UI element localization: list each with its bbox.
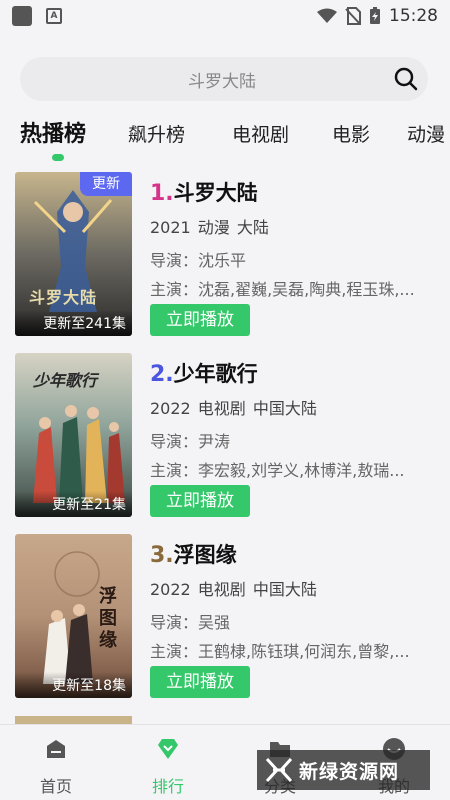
wifi-icon	[317, 8, 337, 23]
item-cast: 主演：王鹤棣,陈钰琪,何润东,曾黎,...	[150, 642, 410, 661]
item-meta: 2022 电视剧 中国大陆	[150, 580, 317, 599]
nav-home[interactable]: 首页	[16, 725, 96, 800]
poster-title-art: 少年歌行	[33, 371, 98, 390]
search-bar[interactable]: 斗罗大陆	[20, 57, 428, 101]
nav-rank-label: 排行	[151, 777, 184, 796]
item-title[interactable]: 3.浮图缘	[150, 539, 237, 569]
item-director: 导演：尹涛	[150, 432, 231, 451]
play-button[interactable]: 立即播放	[150, 666, 250, 698]
list-item[interactable]: 浮图缘 更新至18集 3.浮图缘 2022 电视剧 中国大陆 导演：吴强 主演：…	[0, 534, 450, 700]
rank-number: 2.	[150, 362, 174, 387]
home-icon	[47, 740, 65, 758]
poster-image[interactable]: 少年歌行 更新至21集	[15, 353, 132, 517]
rank-number: 1.	[150, 181, 174, 206]
no-sim-icon	[345, 7, 361, 25]
tab-indicator	[52, 154, 64, 161]
app-notification-icon	[12, 6, 32, 26]
item-cast: 主演：李宏毅,刘学义,林博洋,敖瑞...	[150, 461, 405, 480]
watermark-logo-icon	[265, 757, 293, 783]
search-icon[interactable]	[384, 67, 428, 91]
tab-anime[interactable]: 动漫	[407, 120, 445, 147]
item-director: 导演：沈乐平	[150, 251, 247, 270]
item-meta: 2022 电视剧 中国大陆	[150, 399, 317, 418]
status-icons: 15:28	[317, 6, 438, 26]
nav-home-label: 首页	[39, 777, 72, 796]
battery-charging-icon	[370, 7, 380, 24]
status-bar: A 15:28	[0, 0, 450, 32]
poster-image[interactable]: 浮图缘 更新至18集	[15, 534, 132, 698]
search-input[interactable]: 斗罗大陆	[20, 67, 384, 92]
item-title[interactable]: 1.斗罗大陆	[150, 177, 258, 207]
item-director: 导演：吴强	[150, 613, 231, 632]
update-badge: 更新	[80, 172, 132, 196]
item-meta: 2021 动漫 大陆	[150, 218, 269, 237]
tab-movie[interactable]: 电影	[332, 120, 370, 147]
poster-title-art: 浮图缘	[99, 586, 117, 651]
title-text: 斗罗大陆	[173, 181, 258, 205]
list-item[interactable]: 斗罗大陆 更新 更新至241集 1.斗罗大陆 2021 动漫 大陆 导演：沈乐平…	[0, 172, 450, 338]
rank-icon	[158, 739, 178, 759]
tab-hot[interactable]: 热播榜	[20, 116, 86, 148]
poster-image[interactable]: 斗罗大陆 更新 更新至241集	[15, 172, 132, 336]
item-title[interactable]: 2.少年歌行	[150, 358, 258, 388]
episode-count: 更新至241集	[15, 310, 132, 336]
watermark: 新绿资源网	[257, 750, 430, 790]
ranking-tabs: 热播榜 飙升榜 电视剧 电影 动漫	[0, 112, 450, 162]
title-text: 浮图缘	[173, 543, 237, 567]
watermark-text: 新绿资源网	[299, 760, 400, 783]
episode-count: 更新至18集	[15, 672, 132, 698]
clock: 15:28	[389, 6, 438, 26]
play-button[interactable]: 立即播放	[150, 485, 250, 517]
a-notification-icon: A	[46, 8, 62, 24]
item-cast: 主演：沈磊,翟巍,吴磊,陶典,程玉珠,...	[150, 280, 415, 299]
play-button[interactable]: 立即播放	[150, 304, 250, 336]
nav-rank[interactable]: 排行	[128, 725, 208, 800]
tab-rising[interactable]: 飙升榜	[128, 120, 185, 147]
tab-tv[interactable]: 电视剧	[232, 120, 289, 147]
poster-title-art: 斗罗大陆	[29, 288, 98, 307]
list-item[interactable]: 少年歌行 更新至21集 2.少年歌行 2022 电视剧 中国大陆 导演：尹涛 主…	[0, 353, 450, 519]
rank-number: 3.	[150, 543, 174, 568]
episode-count: 更新至21集	[15, 491, 132, 517]
title-text: 少年歌行	[173, 362, 258, 386]
